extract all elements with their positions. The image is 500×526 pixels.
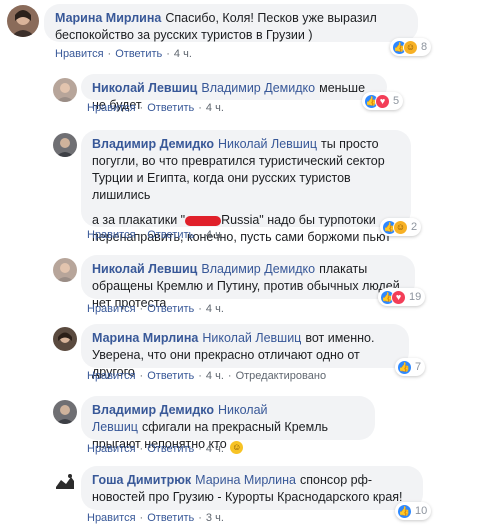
comment-bubble: Николай Левшиц Владимир Демидко плакаты об… (81, 255, 415, 310)
avatar-photo-icon (56, 263, 74, 282)
mention-link[interactable]: Николай Левшиц (202, 331, 301, 345)
reactions-badge[interactable]: 👍 10 (395, 502, 432, 520)
reactions-badge[interactable]: 👍 ♥ 19 (378, 288, 426, 306)
edited-label[interactable]: Отредактировано (236, 370, 327, 382)
comment-actions: Нравится · Ответить · 4 ч. (87, 303, 224, 315)
comment-bubble: Николай Левшиц Владимир Демидко меньше не … (81, 74, 387, 112)
like-button[interactable]: Нравится (87, 512, 136, 524)
reaction-count: 10 (415, 505, 428, 517)
like-icon: 👍 (397, 359, 412, 375)
reply-button[interactable]: Ответить (147, 370, 194, 382)
smile-emoji-icon: ☺ (230, 441, 244, 454)
reaction-count: 19 (409, 291, 422, 303)
like-button[interactable]: Нравится (87, 303, 136, 315)
like-button[interactable]: Нравится (87, 102, 136, 114)
avatar[interactable] (53, 258, 77, 282)
avatar-photo-icon (56, 474, 74, 489)
reply-button[interactable]: Ответить (147, 512, 194, 524)
timestamp[interactable]: 3 ч. (206, 512, 224, 524)
reaction-count: 2 (411, 221, 418, 233)
avatar-photo-icon (56, 83, 74, 102)
comment-bubble: Владимир Демидко Николай Левшиц сфигали на… (81, 396, 375, 454)
comment-author[interactable]: Владимир Демидко (92, 403, 214, 417)
mention-link[interactable]: Владимир Демидко (201, 81, 315, 95)
avatar[interactable] (53, 400, 77, 424)
reactions-badge[interactable]: 👍 7 (395, 358, 426, 376)
reactions-badge[interactable]: 👍 ♥ 5 (362, 92, 404, 110)
timestamp[interactable]: 4 ч. (206, 303, 224, 315)
reaction-count: 8 (421, 41, 428, 53)
avatar-photo-icon (56, 138, 74, 157)
haha-icon: ☺ (393, 219, 408, 235)
like-button[interactable]: Нравится (87, 229, 136, 241)
comment-author[interactable]: Николай Левшиц (92, 262, 197, 276)
like-button[interactable]: Нравится (87, 370, 136, 382)
timestamp[interactable]: 4 ч. (206, 102, 224, 114)
reaction-count: 7 (415, 361, 422, 373)
timestamp[interactable]: 4 ч. (206, 443, 224, 455)
haha-icon: ☺ (403, 39, 418, 55)
comment-author[interactable]: Гоша Димитрюк (92, 473, 191, 487)
heart-icon: ♥ (375, 93, 390, 109)
redaction-mark (185, 215, 222, 226)
comment-bubble: Марина Мирлина Спасибо, Коля! Песков уже … (44, 4, 418, 42)
reply-button[interactable]: Ответить (115, 48, 162, 60)
avatar[interactable] (53, 78, 77, 102)
reply-button[interactable]: Ответить (147, 102, 194, 114)
avatar[interactable] (53, 471, 77, 495)
comment-bubble: Владимир Демидко Николай Левшиц ты просто … (81, 130, 411, 244)
comment-actions: Нравится · Ответить · 3 ч. (87, 512, 224, 524)
reply-button[interactable]: Ответить (147, 303, 194, 315)
avatar[interactable] (53, 327, 77, 351)
comment-actions: Нравится · Ответить · 4 ч. (87, 102, 224, 114)
reactions-badge[interactable]: 👍 ☺ 2 (380, 218, 422, 236)
reply-button[interactable]: Ответить (147, 229, 194, 241)
comment-actions: Нравится · Ответить · 4 ч. (55, 48, 192, 60)
reply-button[interactable]: Ответить (147, 443, 194, 455)
comment-actions: Нравится · Ответить · 4 ч. (87, 443, 224, 455)
comment-bubble: Марина Мирлина Николай Левшиц вот именно. … (81, 324, 409, 379)
comment-actions: Нравится · Ответить · 4 ч. · Отредактировано (87, 370, 327, 382)
comment-bubble: Гоша Димитрюк Марина Мирлина спонсор рф-но… (81, 466, 423, 510)
avatar[interactable] (7, 5, 39, 37)
mention-link[interactable]: Владимир Демидко (201, 262, 315, 276)
avatar-photo-icon (56, 405, 74, 424)
avatar[interactable] (53, 133, 77, 157)
comment-author[interactable]: Владимир Демидко (92, 137, 214, 151)
timestamp[interactable]: 4 ч. (174, 48, 192, 60)
comment-actions: Нравится · Ответить · 4 ч. (87, 229, 224, 241)
avatar-photo-icon (58, 332, 72, 343)
timestamp[interactable]: 4 ч. (206, 370, 224, 382)
comment-author[interactable]: Марина Мирлина (92, 331, 198, 345)
comment-author[interactable]: Марина Мирлина (55, 11, 161, 25)
like-button[interactable]: Нравится (87, 443, 136, 455)
timestamp[interactable]: 4 ч. (206, 229, 224, 241)
reaction-count: 5 (393, 95, 400, 107)
like-icon: 👍 (397, 503, 412, 519)
mention-link[interactable]: Николай Левшиц (218, 137, 317, 151)
heart-icon: ♥ (391, 289, 406, 305)
reactions-badge[interactable]: 👍 ☺ 8 (390, 38, 432, 56)
mention-link[interactable]: Марина Мирлина (195, 473, 296, 487)
comment-author[interactable]: Николай Левшиц (92, 81, 197, 95)
comment-text: а за плакатики " (92, 213, 186, 227)
like-button[interactable]: Нравится (55, 48, 104, 60)
avatar-photo-icon (11, 10, 35, 37)
